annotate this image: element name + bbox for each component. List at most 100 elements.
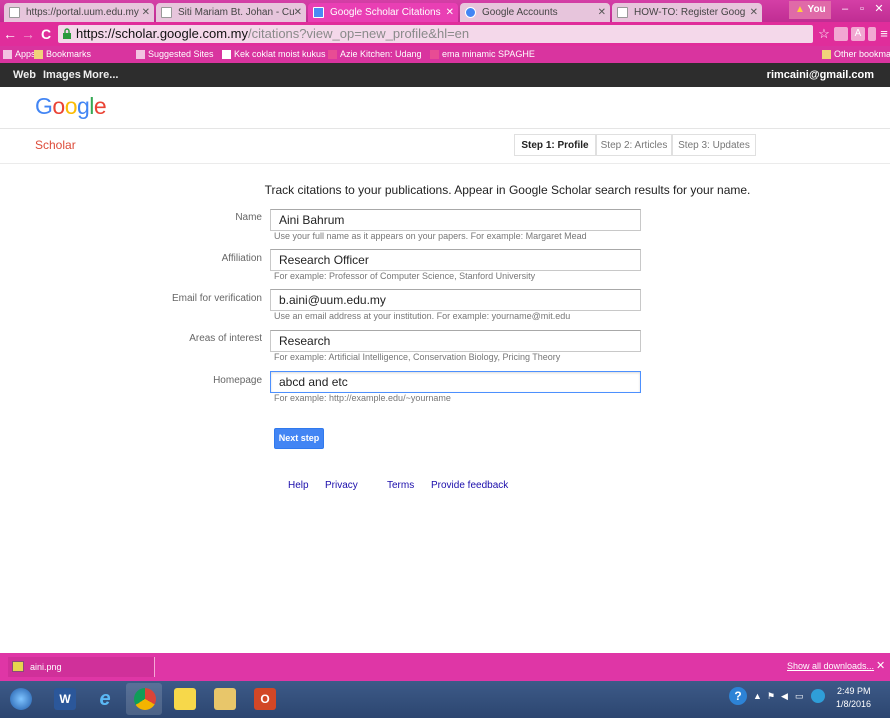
email-hint: Use an email address at your institution…	[274, 311, 571, 321]
bookmark-suggested-sites[interactable]: Suggested Sites	[136, 46, 214, 63]
browser-title-bar: https://portal.uum.edu.my ✕ Siti Mariam …	[0, 0, 890, 22]
forward-arrow-icon[interactable]: →	[20, 25, 36, 43]
other-bookmarks[interactable]: Other bookmarks	[822, 46, 890, 63]
terms-link[interactable]: Terms	[387, 480, 414, 491]
affiliation-label: Affiliation	[221, 253, 262, 264]
privacy-link[interactable]: Privacy	[325, 480, 358, 491]
network-icon[interactable]: ▭	[795, 691, 804, 702]
bookmark-kek-coklat[interactable]: Kek coklat moist kukus	[222, 46, 326, 63]
tab-close-icon[interactable]: ✕	[750, 3, 758, 22]
lock-icon	[63, 28, 71, 39]
download-filename: aini.png	[30, 662, 62, 672]
tab-portal-uum[interactable]: https://portal.uum.edu.my ✕	[4, 3, 154, 22]
homepage-field[interactable]	[270, 371, 641, 393]
word-icon: W	[54, 688, 76, 710]
folder-icon	[214, 688, 236, 710]
maximize-icon[interactable]: ▫	[853, 1, 871, 19]
windows-taskbar: W e O ? ▲ ⚑ ◀ ▭	[0, 681, 890, 718]
profile-button[interactable]: ▲ You	[789, 1, 831, 19]
star-bookmark-icon[interactable]: ☆	[817, 27, 831, 41]
taskbar-powerpoint[interactable]: O	[246, 683, 282, 715]
internet-explorer-icon: e	[99, 688, 111, 710]
google-logo[interactable]: Google	[35, 93, 107, 120]
windows-logo-icon	[10, 688, 32, 710]
close-icon[interactable]: ✕	[876, 659, 885, 672]
gbar-more-link[interactable]: More...	[83, 63, 118, 87]
bookmark-label: Kek coklat moist kukus	[234, 49, 326, 59]
start-button[interactable]	[3, 683, 39, 715]
clock-time[interactable]: 2:49 PM	[837, 686, 871, 696]
help-link[interactable]: Help	[288, 480, 309, 491]
page-icon	[617, 7, 628, 18]
bookmark-apps[interactable]: Apps	[3, 46, 36, 63]
gbar-images-link[interactable]: Images	[43, 63, 81, 87]
taskbar-explorer[interactable]	[206, 683, 242, 715]
page-icon	[136, 50, 145, 59]
scholar-label: Scholar	[35, 138, 76, 152]
tab-siti-mariam[interactable]: Siti Mariam Bt. Johan - Cu ✕	[156, 3, 306, 22]
homepage-label: Homepage	[213, 375, 262, 386]
address-bar[interactable]: https://scholar.google.com.my/citations?…	[58, 25, 813, 43]
gbar-web-link[interactable]: Web	[13, 63, 36, 87]
taskbar-word[interactable]: W	[46, 683, 82, 715]
tab-label: https://portal.uum.edu.my	[26, 7, 139, 18]
interests-field[interactable]	[270, 330, 641, 352]
tab-close-icon[interactable]: ✕	[294, 3, 302, 22]
page-icon	[328, 50, 337, 59]
tab-close-icon[interactable]: ✕	[446, 3, 454, 22]
tab-close-icon[interactable]: ✕	[142, 3, 150, 22]
scholar-favicon-icon	[313, 7, 324, 18]
feedback-link[interactable]: Provide feedback	[431, 480, 508, 491]
adblock-icon[interactable]: A	[851, 27, 865, 41]
taskbar-ie[interactable]: e	[86, 683, 122, 715]
show-hidden-icon[interactable]: ▲	[753, 691, 762, 701]
browser-toolbar: ← → C https://scholar.google.com.my/cita…	[0, 22, 890, 46]
bookmark-azie-kitchen[interactable]: Azie Kitchen: Udang	[328, 46, 422, 63]
affiliation-field[interactable]	[270, 249, 641, 271]
app-tray-icon[interactable]	[811, 689, 825, 703]
name-label: Name	[235, 212, 262, 223]
help-icon[interactable]: ?	[729, 687, 747, 705]
tab-google-scholar-citations[interactable]: Google Scholar Citations ✕	[308, 3, 458, 22]
interests-hint: For example: Artificial Intelligence, Co…	[274, 352, 561, 362]
back-arrow-icon[interactable]: ←	[2, 25, 18, 43]
show-all-downloads-link[interactable]: Show all downloads...	[787, 661, 874, 671]
tab-how-to-register[interactable]: HOW-TO: Register Goog ✕	[612, 3, 762, 22]
bookmark-bookmarks[interactable]: Bookmarks	[34, 46, 91, 63]
bookmark-label: ema minamic SPAGHE	[442, 49, 535, 59]
tab-close-icon[interactable]: ✕	[598, 3, 606, 22]
taskbar-chrome[interactable]	[126, 683, 162, 715]
tab-google-accounts[interactable]: Google Accounts ✕	[460, 3, 610, 22]
extension-icon[interactable]	[834, 27, 848, 41]
step-articles: Step 2: Articles	[596, 134, 672, 156]
bookmark-label: Apps	[15, 49, 36, 59]
download-item[interactable]: aini.png	[8, 657, 155, 677]
profile-label: You	[807, 4, 826, 15]
bookmarks-bar: Apps Bookmarks Suggested Sites Kek cokla…	[0, 46, 890, 63]
tab-label: Google Scholar Citations	[330, 7, 441, 18]
clock-date[interactable]: 1/8/2016	[836, 699, 871, 709]
flag-icon[interactable]: ⚑	[767, 691, 775, 702]
reload-icon[interactable]: C	[38, 25, 54, 43]
bookmark-label: Suggested Sites	[148, 49, 214, 59]
apps-grid-icon	[3, 50, 12, 59]
minimize-icon[interactable]: –	[836, 1, 854, 19]
warning-icon: ▲	[795, 4, 805, 15]
close-window-icon[interactable]: ✕	[870, 1, 888, 19]
name-field[interactable]	[270, 209, 641, 231]
other-bookmarks-label: Other bookmarks	[834, 49, 890, 59]
name-hint: Use your full name as it appears on your…	[274, 231, 587, 241]
taskbar-sticky-notes[interactable]	[166, 683, 202, 715]
bookmark-ema-minamic[interactable]: ema minamic SPAGHE	[430, 46, 535, 63]
next-step-button[interactable]: Next step	[274, 428, 324, 449]
info-icon[interactable]	[868, 27, 876, 41]
step-updates: Step 3: Updates	[672, 134, 756, 156]
account-email[interactable]: rimcaini@gmail.com	[767, 63, 874, 87]
email-field[interactable]	[270, 289, 641, 311]
homepage-hint: For example: http://example.edu/~yournam…	[274, 393, 451, 403]
volume-icon[interactable]: ◀	[781, 691, 788, 702]
menu-icon[interactable]: ≡	[878, 27, 890, 41]
download-shelf: aini.png Show all downloads... ✕	[0, 653, 890, 681]
tab-label: Siti Mariam Bt. Johan - Cu	[178, 7, 295, 18]
url-host: https://scholar.google.com.my	[76, 26, 248, 41]
